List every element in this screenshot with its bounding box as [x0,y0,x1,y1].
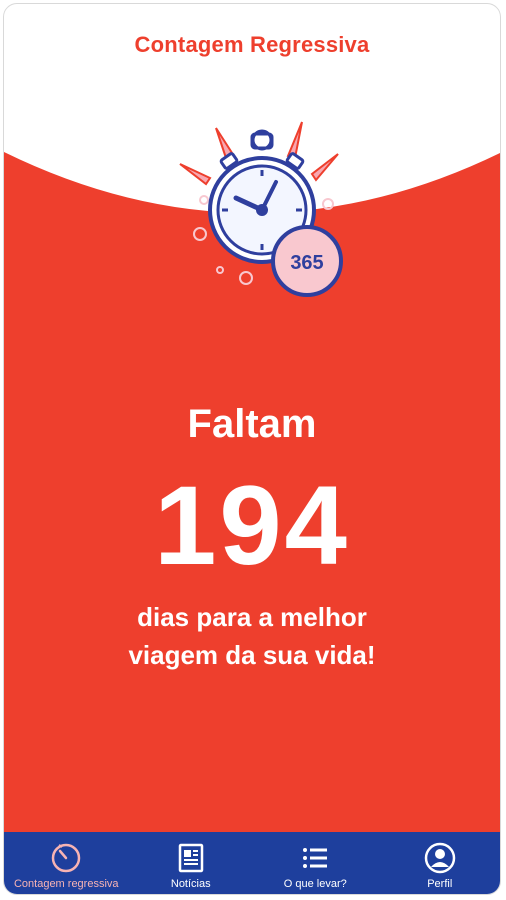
nav-label-news: Notícias [170,878,211,890]
page-title: Contagem Regressiva [134,32,370,57]
stopwatch-icon: 365 [179,121,343,297]
countdown-message-line2: viagem da sua vida! [128,640,376,670]
nav-item-news[interactable]: Notícias [129,832,254,894]
day-count-badge: 365 [290,252,323,274]
days-remaining: 194 [154,463,350,588]
nav-item-packing-list[interactable]: O que levar? [253,832,378,894]
profile-icon [424,842,455,874]
list-icon [303,848,328,868]
nav-label-packing-list: O que levar? [283,878,347,890]
newspaper-icon [178,843,203,873]
nav-item-countdown[interactable]: Contagem regressiva [4,832,129,894]
countdown-message-line1: dias para a melhor [137,602,367,632]
bottom-navigation: Contagem regressiva Notícias O que levar… [4,832,501,894]
countdown-prefix: Faltam [187,402,317,446]
nav-item-profile[interactable]: Perfil [378,832,501,894]
nav-label-countdown: Contagem regressiva [13,878,119,890]
app-screen: Contagem Regressiva 365 Faltam 194 dias … [3,3,501,895]
nav-label-profile: Perfil [427,878,453,890]
timer-icon [52,843,81,873]
countdown-message: dias para a melhor viagem da sua vida! [4,598,500,674]
